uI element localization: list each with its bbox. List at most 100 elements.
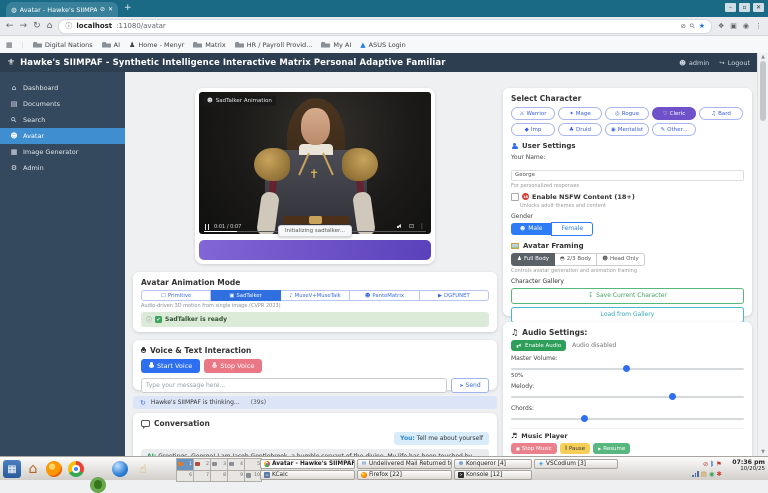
sidebar-item-search[interactable]: ⚲Search	[0, 112, 125, 128]
load-gallery-button[interactable]: Load from Gallery	[511, 307, 744, 323]
bluetooth-icon[interactable]: ᛒ	[710, 461, 714, 468]
volume-icon[interactable]	[397, 224, 404, 230]
site-info-icon[interactable]: ⓘ	[65, 21, 72, 31]
workspace-cell[interactable]: 9	[228, 471, 244, 482]
enable-audio-button[interactable]: Enable Audio	[511, 340, 566, 351]
start-voice-button[interactable]: Start Voice	[141, 359, 200, 373]
tab-close-icon[interactable]: ✕	[108, 6, 113, 13]
flag-icon[interactable]: ⚑	[716, 461, 722, 468]
scroll-up-icon[interactable]: ▲	[758, 54, 768, 60]
tab-pantomatrix[interactable]: ☻PantoMatrix	[350, 290, 419, 301]
male-button[interactable]: ☻Male	[511, 223, 551, 235]
send-button[interactable]: ➤Send	[451, 378, 489, 393]
tab-dgfunet[interactable]: ▶DGFUNET	[420, 290, 489, 301]
workspace-cell[interactable]: 8	[211, 471, 227, 482]
melody-slider[interactable]	[511, 392, 744, 401]
window-close-button[interactable]: ✕	[753, 3, 764, 12]
bookmark-item[interactable]: My AI	[321, 41, 351, 49]
slider-thumb[interactable]	[623, 365, 630, 372]
home-launcher-icon[interactable]: ⌂	[24, 460, 42, 478]
master-volume-slider[interactable]	[511, 364, 744, 373]
workspace-cell[interactable]: 4	[228, 459, 244, 470]
tab-primitive[interactable]: ☐Primitive	[141, 290, 211, 301]
workspace-cell[interactable]: 10	[245, 471, 261, 482]
tab-mute-icon[interactable]: ⊘	[100, 6, 105, 13]
zoom-icon[interactable]: ⚲	[688, 21, 697, 30]
reload-icon[interactable]: ↻	[33, 21, 41, 31]
framing-full-body-button[interactable]: ♟Full Body	[511, 253, 555, 266]
network-signal-icon[interactable]	[692, 471, 698, 477]
taskbar-window-kcalc[interactable]: KCalc	[260, 470, 355, 481]
class-imp-button[interactable]: ◆Imp	[511, 123, 555, 136]
bookmark-item[interactable]: HR / Payroll Provid...	[235, 41, 313, 49]
nsfw-checkbox[interactable]	[511, 193, 519, 201]
bookmark-item[interactable]: ▲ASUS Login	[360, 41, 405, 49]
workspace-cell[interactable]: 7	[194, 471, 210, 482]
class-other-button[interactable]: ✎Other...	[652, 123, 696, 136]
stop-music-button[interactable]: ■Stop Music	[511, 443, 557, 454]
scroll-down-icon[interactable]: ▼	[758, 449, 768, 455]
class-bard-button[interactable]: ♫Bard	[699, 107, 743, 120]
alert-icon[interactable]: ✱	[717, 471, 722, 478]
message-input[interactable]	[141, 378, 447, 393]
home-icon[interactable]: ⌂	[47, 21, 53, 31]
framing-head-only-button[interactable]: ☻Head Only	[597, 253, 644, 266]
tab-sadtalker[interactable]: ▣SadTalker	[211, 290, 280, 301]
class-mage-button[interactable]: ✦Mage	[558, 107, 602, 120]
forward-icon[interactable]: →	[20, 21, 28, 31]
browser-tab[interactable]: ◍ Avatar - Hawke's SIIMPAF ⊘ ✕	[6, 2, 118, 17]
sidebar-item-documents[interactable]: ▤Documents	[0, 96, 125, 112]
workspace-cell[interactable]: 6	[177, 471, 193, 482]
framing-two-thirds-button[interactable]: ◓2/3 Body	[555, 253, 597, 266]
female-button[interactable]: Female	[551, 222, 593, 236]
bookmark-star-icon[interactable]: ★	[699, 22, 705, 30]
sidebar-item-dashboard[interactable]: ⌂Dashboard	[0, 80, 125, 96]
workspace-cell[interactable]: 1	[177, 459, 193, 470]
sidebar-item-admin[interactable]: ⚙Admin	[0, 160, 125, 176]
chords-slider[interactable]	[511, 414, 744, 423]
turtle-icon[interactable]	[90, 477, 106, 493]
workspace-pager[interactable]: 1 2 3 4 5 6 7 8 9 10	[176, 458, 262, 482]
pause-icon[interactable]	[205, 224, 209, 230]
slider-thumb[interactable]	[581, 415, 588, 422]
back-icon[interactable]: ←	[6, 21, 14, 31]
workspace-cell[interactable]: 5	[245, 459, 261, 470]
taskbar-window-konqueror[interactable]: ☸Konqueror [4]	[454, 459, 532, 470]
page-scrollbar[interactable]: ▲ ▼	[757, 53, 768, 456]
url-bar[interactable]: ⓘ localhost :11080/avatar ⊘ ⚲ ★	[58, 19, 712, 34]
taskbar-window-mail[interactable]: ✉Undelivered Mail Returned to S	[357, 459, 452, 470]
mute-icon[interactable]: ⊘	[703, 461, 708, 468]
taskbar-window-firefox[interactable]: Firefox [22]	[357, 470, 452, 481]
admin-user[interactable]: ☻admin	[679, 59, 709, 67]
workspace-cell[interactable]: 3	[211, 459, 227, 470]
taskbar-clock[interactable]: 07:36 pm 10/20/25	[732, 459, 765, 472]
stop-voice-button[interactable]: Stop Voice	[204, 359, 262, 373]
video-menu-icon[interactable]: ⋮	[419, 223, 425, 230]
resume-music-button[interactable]: ▶Resume	[593, 443, 630, 454]
firefox-icon[interactable]	[46, 461, 62, 477]
bookmark-item[interactable]: Matrix	[193, 41, 225, 49]
save-character-button[interactable]: ↧Save Current Character	[511, 288, 744, 304]
taskbar-window-vscodium[interactable]: ◈VSCodium [3]	[534, 459, 618, 470]
scrollbar-thumb[interactable]	[760, 61, 766, 121]
sidebar-item-avatar[interactable]: ☻Avatar	[0, 128, 125, 144]
class-mentalist-button[interactable]: ◉Mentalist	[605, 123, 649, 136]
window-maximize-button[interactable]: ▫	[739, 3, 750, 12]
window-minimize-button[interactable]: –	[725, 3, 736, 12]
clipboard-icon[interactable]: ▤	[701, 471, 707, 478]
sidebar-item-image-generator[interactable]: ▦Image Generator	[0, 144, 125, 160]
taskbar-window-avatar[interactable]: Avatar - Hawke's SIIMPAF -	[260, 459, 355, 470]
class-warrior-button[interactable]: ⚔Warrior	[511, 107, 555, 120]
apps-grid-icon[interactable]: ▦	[6, 41, 13, 49]
workspace-cell[interactable]: 2	[194, 459, 210, 470]
extensions-icon[interactable]: ❖	[718, 22, 724, 30]
profile-icon[interactable]: ◉	[743, 22, 749, 30]
taskbar-window-konsole[interactable]: Konsole [12]	[454, 470, 532, 481]
slider-thumb[interactable]	[669, 393, 676, 400]
class-rogue-button[interactable]: ◎Rogue	[605, 107, 649, 120]
tab-musev-musetalk[interactable]: ♪MuseV+MuseTalk	[281, 290, 350, 301]
bookmark-item[interactable]: AI	[102, 41, 120, 49]
chrome-icon[interactable]	[68, 461, 84, 477]
logout-button[interactable]: ↪Logout	[719, 59, 750, 67]
side-panel-icon[interactable]: ▣	[730, 22, 737, 30]
